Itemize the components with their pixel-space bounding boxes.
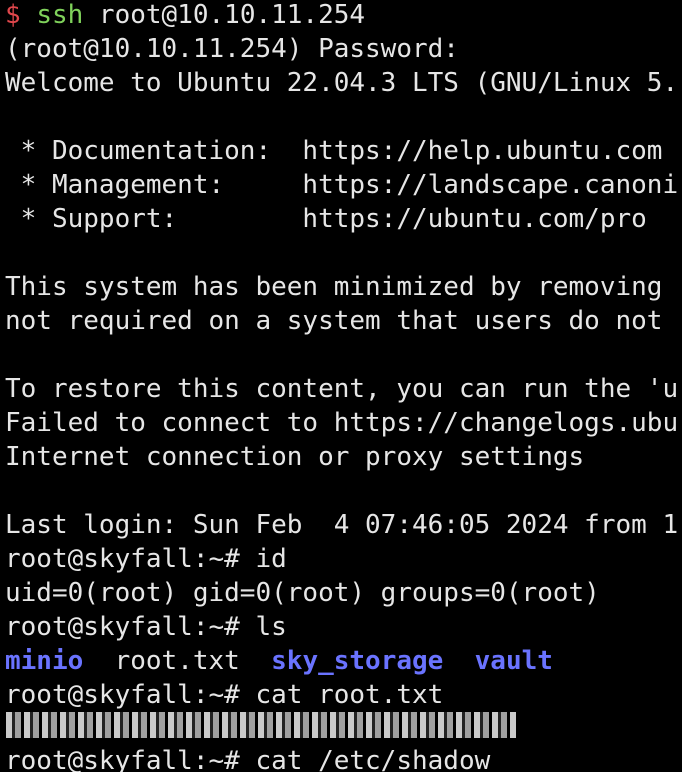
terminal-line: Last login: Sun Feb 4 07:46:05 2024 from… (5, 510, 679, 540)
terminal-line: root@skyfall:~# ls (5, 612, 287, 642)
command-args: root@10.10.11.254 (83, 0, 366, 30)
terminal-line: root@skyfall:~# id (5, 544, 287, 574)
terminal-line: not required on a system that users do n… (5, 306, 663, 336)
terminal-line: root@skyfall:~# cat /etc/shadow (5, 746, 491, 772)
terminal-line: * Management: https://landscape.canoni (5, 170, 679, 200)
directory-entry: minio (5, 646, 84, 676)
terminal-window[interactable]: $ ssh root@10.10.11.254 (root@10.10.11.2… (0, 0, 682, 772)
command-name: ssh (36, 0, 84, 30)
directory-entry: vault (474, 646, 553, 676)
file-entry: root.txt (114, 646, 240, 676)
terminal-line: * Support: https://ubuntu.com/pro (5, 204, 647, 234)
terminal-line: This system has been minimized by removi… (5, 272, 663, 302)
terminal-line-ssh-command: $ ssh root@10.10.11.254 (5, 0, 365, 32)
terminal-line: To restore this content, you can run the… (5, 374, 679, 404)
terminal-line: root@skyfall:~# cat root.txt (5, 680, 444, 710)
terminal-line: Failed to connect to https://changelogs.… (5, 408, 679, 438)
terminal-line: uid=0(root) gid=0(root) groups=0(root) (5, 578, 600, 608)
ls-output-line: minio root.txt sky_storage vault (5, 644, 553, 678)
terminal-line: Welcome to Ubuntu 22.04.3 LTS (GNU/Linux… (5, 68, 679, 98)
terminal-line: Internet connection or proxy settings (5, 442, 585, 472)
prompt-symbol: $ (5, 0, 21, 30)
terminal-line: * Documentation: https://help.ubuntu.com (5, 136, 663, 166)
redacted-flag-output (6, 712, 516, 738)
directory-entry: sky_storage (271, 646, 444, 676)
terminal-line: (root@10.10.11.254) Password: (5, 34, 459, 64)
